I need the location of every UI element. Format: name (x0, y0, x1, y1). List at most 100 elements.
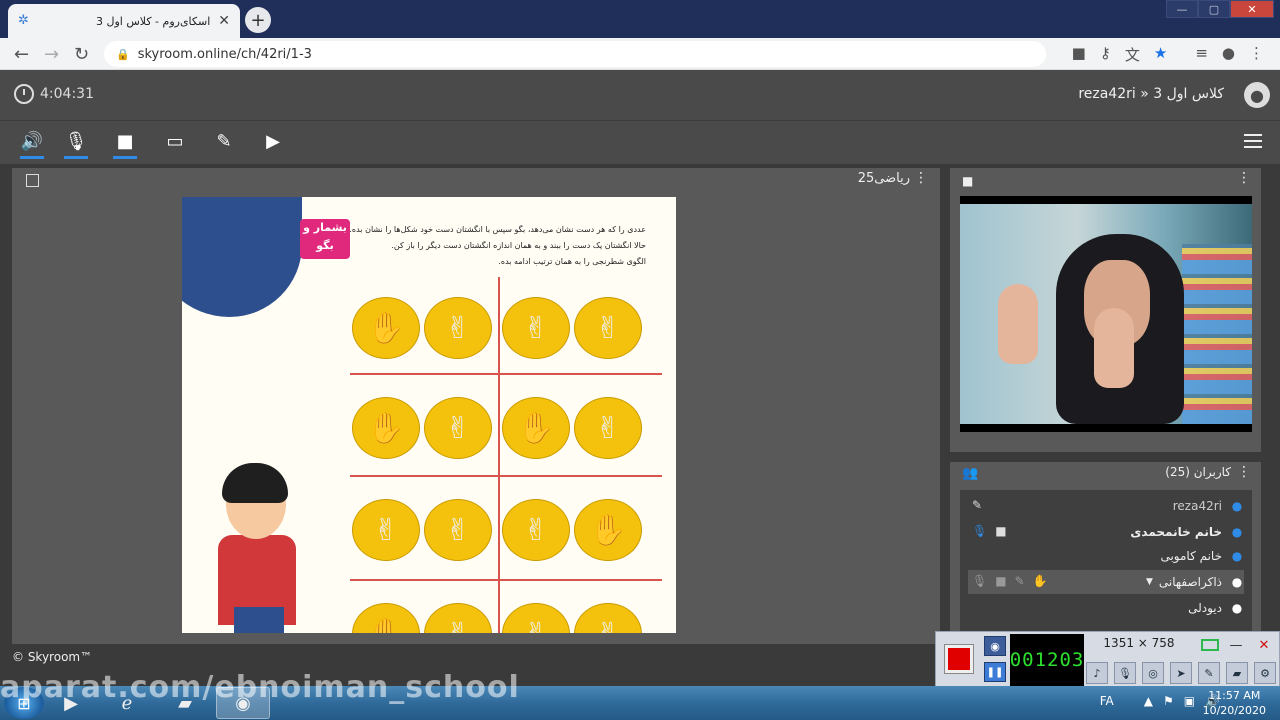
teacher-video[interactable] (960, 196, 1252, 432)
pause-button[interactable]: ❚❚ (984, 662, 1006, 682)
users-header: 👥 کاربران (25) ⋮ (950, 462, 1261, 486)
hand-circle-icon: ✋ (352, 297, 420, 359)
tab-title: اسکای‌روم - کلاس اول 3 (95, 14, 211, 28)
instruction-line: عددی را که هر دست نشان می‌دهد، بگو سپس ب… (349, 225, 646, 234)
translate-icon[interactable]: 文 (1125, 44, 1140, 65)
instruction-line: حالا انگشتان یک دست را ببند و به همان ان… (391, 241, 646, 250)
browser-tab[interactable]: ✲ اسکای‌روم - کلاس اول 3 ✕ (8, 4, 953, 645)
hand-circle-icon: ✋ (352, 603, 420, 633)
microphone-icon[interactable]: 🎙 (64, 131, 88, 159)
media-control-icon[interactable]: ≡ (1195, 44, 1208, 65)
camera-icon[interactable]: ■ (995, 524, 1006, 538)
close-icon[interactable]: ✕ (1253, 636, 1275, 654)
brush-icon[interactable]: ✎ (1015, 574, 1025, 588)
clock-date: 10/20/2020 (1202, 704, 1266, 717)
address-bar: ← → ↻ 🔒 skyroom.online/ch/42ri/1-3 ■ ⚷ 文… (0, 38, 1280, 70)
worksheet-page: بشمار و بگو عددی را که هر دست نشان می‌ده… (182, 197, 676, 633)
user-row[interactable]: دیودلی ● (968, 596, 1244, 620)
recorder-tools: ♪ 🎙 ◎ ➤ ✎ ▰ ⚙ (1086, 662, 1276, 684)
presentation-icon[interactable]: ▶ (261, 131, 285, 157)
folder-icon[interactable]: ▰ (1226, 662, 1248, 684)
presentation-frame-icon[interactable] (26, 174, 39, 187)
user-icon: ● (1231, 601, 1243, 615)
users-list: ✎ reza42ri ● 🎙 ■ خانم خانمحمدی ● خانم کام… (960, 490, 1252, 642)
pen-icon[interactable]: ✎ (1198, 662, 1220, 684)
minimize-button[interactable]: — (1166, 0, 1198, 18)
camera-permission-icon[interactable]: ■ (1072, 44, 1086, 65)
back-arrow-icon[interactable]: ← (14, 44, 29, 65)
microphone-icon[interactable]: 🎙 (972, 524, 987, 538)
video-background (1182, 244, 1252, 424)
browser-menu-icon[interactable]: ⋮ (1249, 44, 1264, 65)
worksheet-decoration (182, 197, 302, 317)
microphone-icon[interactable]: 🎙 (1114, 662, 1136, 684)
tray-arrow-icon[interactable]: ▲ (1144, 694, 1153, 708)
reload-icon[interactable]: ↻ (74, 44, 89, 65)
browser-tabbar: ✲ اسکای‌روم - کلاس اول 3 ✕ + — ▢ ✕ (0, 0, 1280, 645)
key-icon[interactable]: ⚷ (1100, 44, 1111, 65)
lock-icon: 🔒 (116, 47, 130, 61)
flag-icon[interactable]: ⚑ (1163, 694, 1174, 708)
tab-close-icon[interactable]: ✕ (218, 13, 230, 29)
camera-icon[interactable]: ■ (995, 574, 1006, 588)
user-row[interactable]: 🎙 ■ ✎ ✋ ▼ ذاکراصفهانی ● (968, 570, 1244, 594)
record-button[interactable] (944, 644, 974, 674)
microphone-icon[interactable]: 🎙 (972, 574, 987, 588)
user-icon: ● (1231, 575, 1243, 589)
user-avatar-icon[interactable]: ● (1244, 82, 1270, 108)
camera-icon[interactable]: ■ (113, 131, 137, 159)
hand-circle-icon: ✋ (502, 397, 570, 459)
user-name: خانم خانمحمدی (1130, 525, 1222, 539)
whiteboard-header: ریاضی25 ⋮ (12, 168, 940, 192)
brush-icon[interactable]: ✎ (212, 131, 236, 157)
hand-circle-icon: ✌ (574, 397, 642, 459)
url-text: skyroom.online/ch/42ri/1-3 (137, 46, 312, 62)
hand-circle-icon: ✌ (352, 499, 420, 561)
close-window-button[interactable]: ✕ (1230, 0, 1274, 18)
speaker-icon[interactable]: 🔊 (20, 131, 44, 159)
forward-arrow-icon[interactable]: → (44, 44, 59, 65)
snapshot-camera-icon[interactable]: ◉ (984, 636, 1006, 656)
boy-illustration (234, 607, 284, 633)
hand-circle-icon: ✌ (424, 397, 492, 459)
network-icon[interactable]: ▣ (1184, 694, 1195, 708)
hand-circle-icon: ✌ (424, 603, 492, 633)
user-row[interactable]: 🎙 ■ خانم خانمحمدی ● (968, 520, 1244, 544)
users-options-icon[interactable]: ⋮ (1237, 464, 1251, 480)
timer-text: 4:04:31 (40, 86, 94, 102)
url-field[interactable]: 🔒 skyroom.online/ch/42ri/1-3 (104, 41, 1046, 67)
video-camera-icon: ■ (962, 174, 974, 188)
teacher-figure (1094, 308, 1134, 388)
cursor-icon[interactable]: ➤ (1170, 662, 1192, 684)
worksheet-badge: بشمار و بگو (300, 219, 350, 259)
user-name: دیودلی (1188, 601, 1222, 615)
taskbar-clock[interactable]: 11:57 AM 10/20/2020 (1203, 688, 1266, 718)
user-row[interactable]: ✎ reza42ri ● (968, 494, 1244, 518)
hamburger-menu-icon[interactable] (1244, 134, 1262, 152)
screen-share-icon[interactable]: ▭ (163, 131, 187, 157)
hand-circle-icon: ✌ (574, 297, 642, 359)
maximize-button[interactable]: ▢ (1198, 0, 1230, 18)
whiteboard-title: ریاضی25 (857, 171, 910, 186)
profile-icon[interactable]: ● (1222, 44, 1235, 65)
video-options-icon[interactable]: ⋮ (1237, 170, 1251, 186)
recording-dimensions: 1351 × 758 (1103, 636, 1175, 650)
brush-icon[interactable]: ✎ (972, 498, 982, 512)
user-name: ذاکراصفهانی (1158, 575, 1222, 589)
video-panel: ■ ⋮ (950, 168, 1261, 452)
user-name: reza42ri (1172, 499, 1222, 513)
language-indicator[interactable]: FA (1100, 694, 1114, 708)
speaker-icon[interactable]: ♪ (1086, 662, 1108, 684)
whiteboard-options-icon[interactable]: ⋮ (914, 170, 928, 186)
webcam-icon[interactable]: ◎ (1142, 662, 1164, 684)
settings-gear-icon[interactable]: ⚙ (1254, 662, 1276, 684)
new-tab-button[interactable]: + (245, 7, 271, 33)
raise-hand-icon[interactable]: ✋ (1033, 574, 1048, 588)
minimize-icon[interactable]: — (1225, 636, 1247, 654)
instruction-line: الگوی شطرنجی را به همان ترتیب ادامه بده. (498, 257, 646, 266)
region-icon[interactable] (1201, 639, 1219, 651)
chevron-down-icon[interactable]: ▼ (1146, 577, 1153, 587)
user-row[interactable]: خانم کاموبی ● (968, 544, 1244, 568)
bookmark-star-icon[interactable]: ★ (1154, 44, 1167, 65)
screen-recorder: ◉ ❚❚ 001203 1351 × 758 — ✕ ♪ 🎙 ◎ ➤ ✎ ▰ ⚙ (935, 631, 1280, 687)
